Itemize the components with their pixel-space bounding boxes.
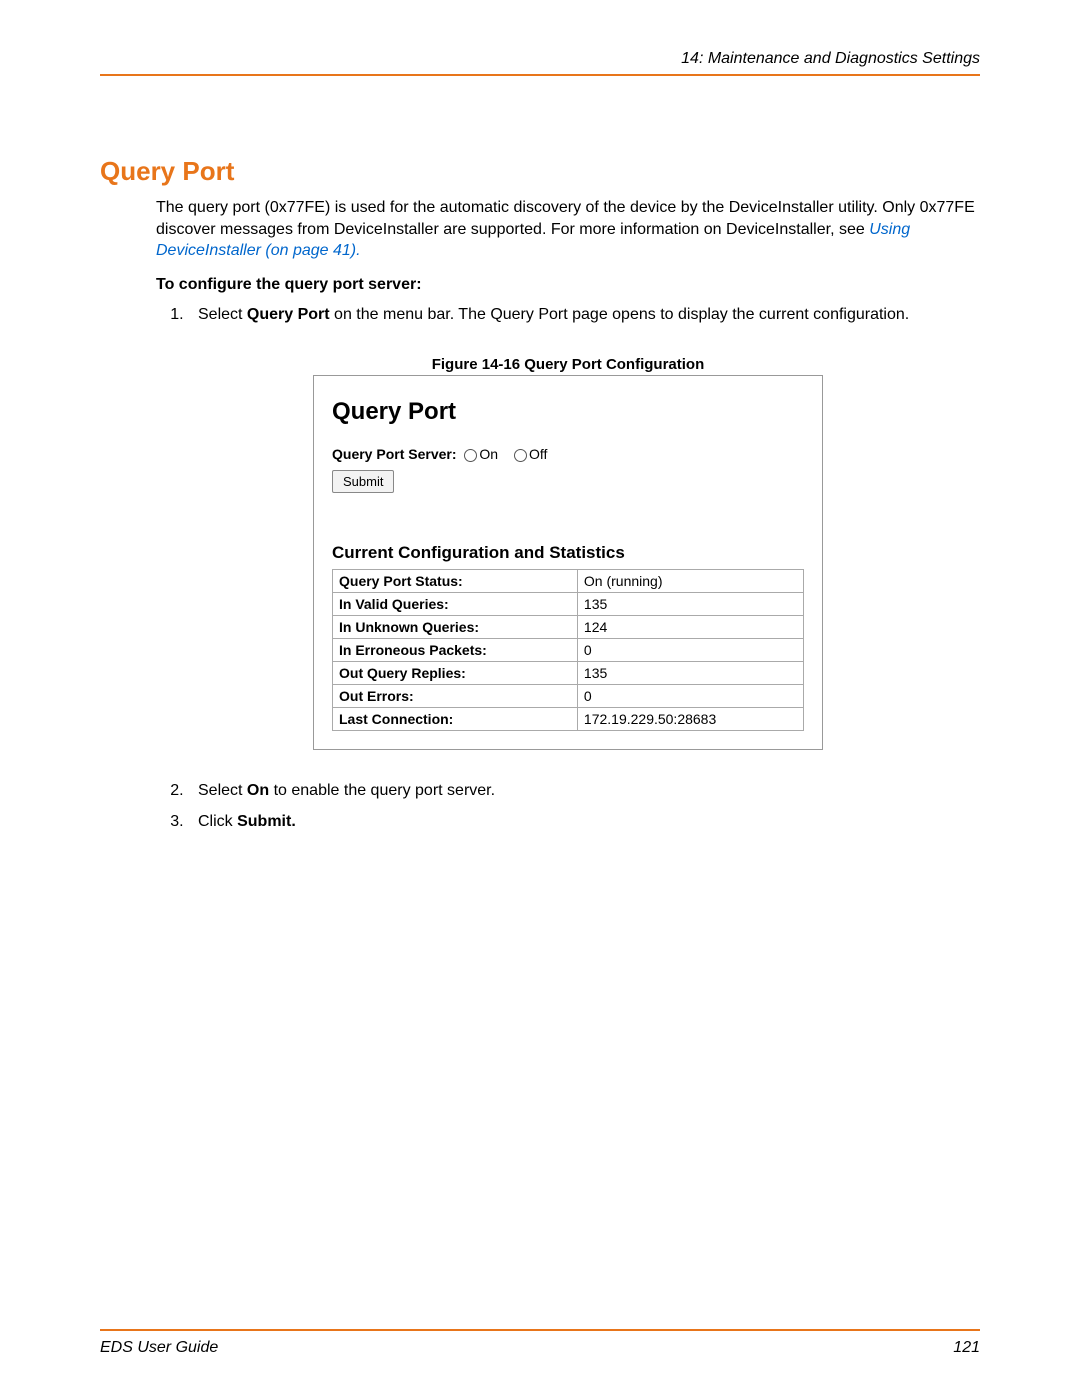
table-row: In Unknown Queries:124 [333, 616, 804, 639]
radio-off-label: Off [529, 446, 547, 462]
stat-value: 124 [577, 616, 803, 639]
footer: EDS User Guide 121 [100, 1329, 980, 1357]
step2-bold: On [247, 782, 269, 799]
figure-caption: Figure 14-16 Query Port Configuration [156, 356, 980, 373]
radio-row: Query Port Server: On Off [332, 446, 804, 462]
stat-key: In Valid Queries: [333, 593, 578, 616]
stat-key: Out Errors: [333, 685, 578, 708]
step-2: Select On to enable the query port serve… [188, 780, 980, 802]
table-row: Query Port Status:On (running) [333, 570, 804, 593]
stat-key: In Erroneous Packets: [333, 639, 578, 662]
section-title: Query Port [100, 156, 980, 187]
stats-heading: Current Configuration and Statistics [332, 543, 804, 563]
step1-bold: Query Port [247, 306, 330, 323]
radio-on[interactable] [464, 449, 477, 462]
figure-title: Query Port [332, 398, 804, 426]
intro-text: The query port (0x77FE) is used for the … [156, 199, 975, 238]
step3-bold: Submit. [237, 813, 296, 830]
stat-key: Query Port Status: [333, 570, 578, 593]
step2-suffix: to enable the query port server. [269, 782, 495, 799]
radio-on-label: On [479, 446, 498, 462]
footer-title: EDS User Guide [100, 1339, 218, 1356]
table-row: Out Query Replies:135 [333, 662, 804, 685]
step1-prefix: Select [198, 306, 247, 323]
radio-off[interactable] [514, 449, 527, 462]
stat-value: On (running) [577, 570, 803, 593]
stat-value: 0 [577, 639, 803, 662]
step3-prefix: Click [198, 813, 237, 830]
submit-button[interactable]: Submit [332, 470, 394, 493]
chapter-header: 14: Maintenance and Diagnostics Settings [100, 50, 980, 76]
config-subhead: To configure the query port server: [156, 276, 980, 294]
steps-list: Select Query Port on the menu bar. The Q… [156, 304, 980, 326]
radio-label: Query Port Server: [332, 446, 457, 462]
stat-key: In Unknown Queries: [333, 616, 578, 639]
stat-value: 172.19.229.50:28683 [577, 708, 803, 731]
step2-prefix: Select [198, 782, 247, 799]
table-row: Out Errors:0 [333, 685, 804, 708]
step-3: Click Submit. [188, 811, 980, 833]
intro-paragraph: The query port (0x77FE) is used for the … [156, 197, 980, 262]
step-1: Select Query Port on the menu bar. The Q… [188, 304, 980, 326]
steps-list-2: Select On to enable the query port serve… [156, 780, 980, 833]
page-number: 121 [953, 1339, 980, 1357]
stat-key: Last Connection: [333, 708, 578, 731]
stat-value: 0 [577, 685, 803, 708]
table-row: Last Connection:172.19.229.50:28683 [333, 708, 804, 731]
stat-key: Out Query Replies: [333, 662, 578, 685]
stat-value: 135 [577, 593, 803, 616]
stats-table: Query Port Status:On (running) In Valid … [332, 569, 804, 731]
figure-box: Query Port Query Port Server: On Off Sub… [313, 375, 823, 750]
step1-suffix: on the menu bar. The Query Port page ope… [330, 306, 910, 323]
table-row: In Valid Queries:135 [333, 593, 804, 616]
stat-value: 135 [577, 662, 803, 685]
table-row: In Erroneous Packets:0 [333, 639, 804, 662]
